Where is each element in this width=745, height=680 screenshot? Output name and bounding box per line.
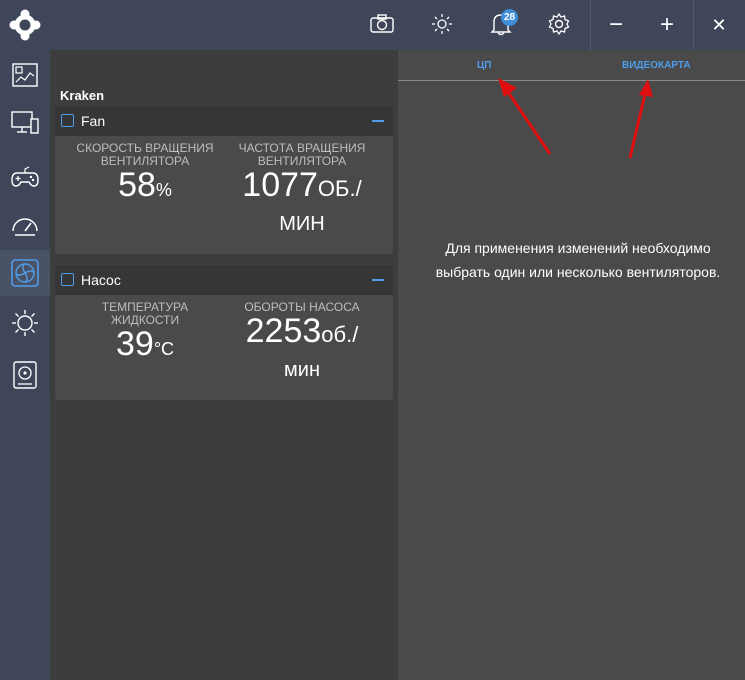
sidebar-item-lighting[interactable] — [0, 300, 50, 346]
title-bar: 28 − + ✕ — [0, 0, 745, 50]
speedometer-icon — [12, 218, 38, 236]
fan-card-header: Fan — [55, 106, 393, 136]
pump-checkbox[interactable] — [61, 273, 74, 286]
pump-card: Насос ТЕМПЕРАТУРА ЖИДКОСТИ 39°C ОБОРОТЫ … — [55, 265, 393, 400]
liquid-temp-value: 39 — [115, 325, 154, 363]
fan-card-title: Fan — [81, 113, 106, 129]
fan-speed-metric: СКОРОСТЬ ВРАЩЕНИЯ ВЕНТИЛЯТОРА 58% — [65, 141, 225, 204]
fan-speed-value: 58 — [118, 166, 156, 204]
gamepad-icon — [11, 166, 39, 187]
lighting-icon — [12, 310, 38, 336]
liquid-temp-metric: ТЕМПЕРАТУРА ЖИДКОСТИ 39°C — [75, 300, 215, 363]
sidebar-item-dashboard[interactable] — [0, 52, 50, 98]
pump-rpm-unit-line2: мин — [284, 359, 320, 381]
fan-rpm-unit: ОБ./ — [317, 176, 362, 201]
sidebar-item-system[interactable] — [0, 100, 50, 146]
dashboard-icon — [12, 63, 38, 87]
liquid-temp-unit: °C — [153, 339, 175, 359]
fan-icon — [11, 259, 39, 287]
fan-speed-label: СКОРОСТЬ ВРАЩЕНИЯ ВЕНТИЛЯТОРА — [76, 141, 214, 168]
pump-collapse-button[interactable] — [372, 279, 384, 281]
pump-rpm-unit: об./ — [321, 322, 359, 347]
minimize-button[interactable]: − — [591, 0, 641, 50]
select-fans-message: Для применения изменений необходимо выбр… — [435, 240, 721, 280]
pump-rpm-metric: ОБОРОТЫ НАСОСА 2253об./ мин — [227, 301, 377, 382]
fan-curve-panel: ЦП ВИДЕОКАРТА Для применения изменений н… — [398, 50, 745, 680]
sidebar-item-storage[interactable] — [0, 352, 50, 398]
pump-card-title: Насос — [81, 272, 121, 288]
notification-badge: 28 — [501, 9, 518, 26]
sun-icon[interactable] — [428, 10, 456, 38]
liquid-temp-label: ТЕМПЕРАТУРА ЖИДКОСТИ — [101, 300, 189, 327]
gear-icon[interactable] — [545, 10, 573, 38]
sidebar-item-games[interactable] — [0, 154, 50, 200]
storage-icon — [13, 361, 37, 389]
fan-collapse-button[interactable] — [372, 120, 384, 122]
monitor-icon — [11, 111, 39, 134]
pump-card-header: Насос — [55, 265, 393, 295]
fan-rpm-metric: ЧАСТОТА ВРАЩЕНИЯ ВЕНТИЛЯТОРА 1077ОБ./ МИ… — [227, 142, 377, 236]
sidebar — [0, 50, 50, 680]
target-tabs: ЦП ВИДЕОКАРТА — [398, 50, 745, 81]
fan-rpm-unit-line2: МИН — [279, 213, 325, 235]
tab-gpu[interactable]: ВИДЕОКАРТА — [622, 60, 691, 71]
device-panel: Kraken Fan СКОРОСТЬ ВРАЩЕНИЯ ВЕНТИЛЯТОРА… — [50, 50, 398, 680]
fan-checkbox[interactable] — [61, 114, 74, 127]
close-button[interactable]: ✕ — [694, 0, 744, 50]
pump-rpm-value: 2253 — [245, 312, 322, 350]
fan-speed-unit: % — [155, 180, 172, 200]
device-name: Kraken — [60, 88, 105, 103]
camera-icon[interactable] — [368, 10, 396, 38]
maximize-button[interactable]: + — [642, 0, 692, 50]
sidebar-item-cooling[interactable] — [0, 250, 50, 296]
fan-rpm-value: 1077 — [242, 166, 318, 204]
fan-rpm-label: ЧАСТОТА ВРАЩЕНИЯ ВЕНТИЛЯТОРА — [238, 141, 366, 168]
bell-icon[interactable]: 28 — [487, 9, 518, 38]
tab-cpu[interactable]: ЦП — [477, 60, 492, 71]
sidebar-item-overclock[interactable] — [0, 202, 50, 248]
app-logo-icon[interactable] — [9, 9, 41, 41]
fan-card: Fan СКОРОСТЬ ВРАЩЕНИЯ ВЕНТИЛЯТОРА 58% ЧА… — [55, 106, 393, 254]
